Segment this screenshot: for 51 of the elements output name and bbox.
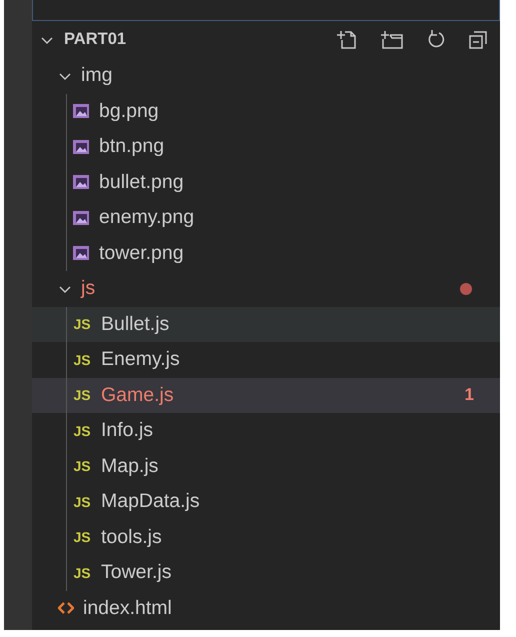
js-file-icon: JS: [72, 458, 92, 474]
file-name: Tower.js: [101, 561, 172, 584]
file-name: index.html: [83, 596, 172, 620]
tree-item[interactable]: JS Map.js: [32, 448, 500, 484]
tree-item[interactable]: JS Enemy.js: [32, 342, 500, 378]
tree-item[interactable]: JS Tower.js: [32, 555, 500, 590]
file-name: Map.js: [101, 454, 158, 478]
js-file-icon: JS: [72, 564, 92, 581]
js-file-icon: JS: [72, 387, 92, 404]
collapse-all-icon[interactable]: [468, 28, 488, 50]
tree-item[interactable]: js: [32, 271, 500, 306]
file-name: Info.js: [101, 419, 154, 442]
tree-item[interactable]: JS Bullet.js: [32, 306, 500, 342]
tree-item[interactable]: JS Game.js 1: [32, 378, 500, 413]
file-name: bg.png: [99, 100, 159, 123]
tree-item[interactable]: tower.png: [32, 236, 500, 271]
image-file-icon: [72, 210, 90, 226]
new-folder-icon[interactable]: [380, 28, 404, 50]
problem-count: 1: [464, 385, 474, 406]
tree-item[interactable]: btn.png: [32, 129, 500, 164]
image-file-icon: [72, 138, 90, 155]
file-name: tower.png: [99, 242, 184, 265]
tree-item[interactable]: JS tools.js: [32, 520, 500, 555]
file-name: MapData.js: [101, 490, 200, 514]
js-file-icon: JS: [72, 316, 92, 332]
html-file-icon: [58, 601, 74, 616]
file-name: bullet.png: [99, 170, 184, 194]
tree-item[interactable]: JS Info.js: [32, 413, 500, 448]
section-title[interactable]: PART01: [64, 30, 126, 49]
file-name: enemy.png: [99, 206, 194, 230]
file-name: img: [81, 64, 112, 88]
image-file-icon: [72, 174, 90, 190]
new-file-icon[interactable]: [336, 28, 358, 50]
tree-item[interactable]: index.html: [32, 590, 500, 626]
js-file-icon: JS: [72, 529, 92, 546]
image-file-icon: [72, 245, 90, 262]
file-name: Enemy.js: [101, 348, 180, 372]
tree-item[interactable]: bullet.png: [32, 164, 500, 200]
js-file-icon: JS: [72, 422, 92, 439]
file-name: js: [81, 277, 96, 300]
file-name: tools.js: [101, 526, 162, 549]
js-file-icon: JS: [72, 352, 92, 368]
tree-item[interactable]: bg.png: [32, 94, 500, 129]
tree-item[interactable]: enemy.png: [32, 200, 500, 236]
file-name: Game.js: [101, 384, 174, 407]
tree-item[interactable]: img: [32, 58, 500, 94]
tree-item[interactable]: JS MapData.js: [32, 484, 500, 520]
file-name: Bullet.js: [101, 312, 170, 336]
js-file-icon: JS: [72, 494, 92, 510]
file-name: btn.png: [99, 135, 164, 158]
image-file-icon: [72, 103, 90, 120]
